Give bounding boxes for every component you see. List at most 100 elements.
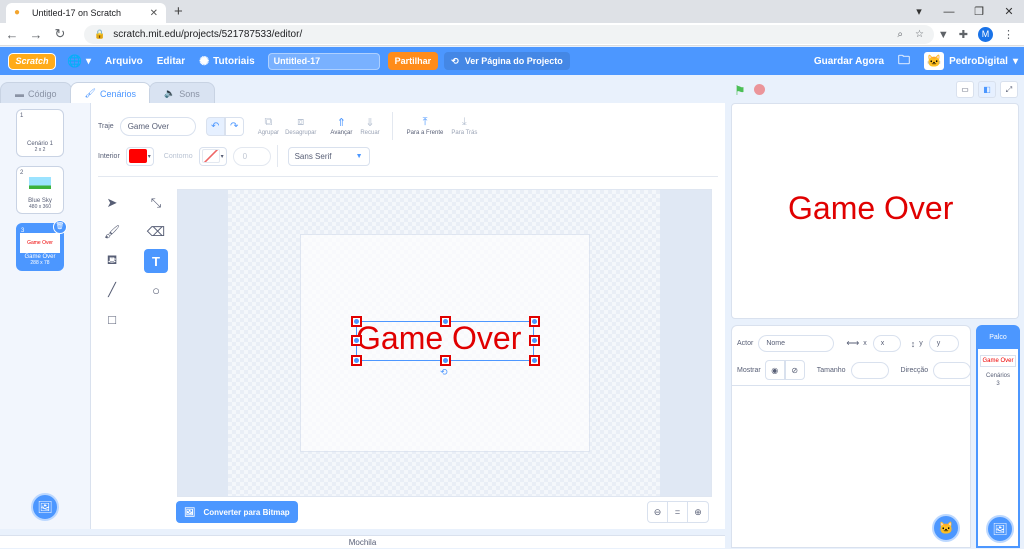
stage-selector-title: Palco bbox=[978, 327, 1018, 349]
fill-color-picker[interactable]: ▾ bbox=[125, 146, 154, 166]
choose-backdrop-stage-button[interactable]: 🖼 bbox=[986, 515, 1014, 543]
zoom-out-icon[interactable]: ⊖ bbox=[648, 502, 668, 522]
sprite-name-input[interactable]: Nome bbox=[758, 335, 835, 352]
tab-code[interactable]: ▬ Código bbox=[0, 82, 72, 104]
rotate-handle-icon[interactable]: ⟲ bbox=[440, 367, 448, 378]
resize-handle[interactable] bbox=[351, 355, 362, 366]
redo-icon[interactable]: ↷ bbox=[224, 116, 244, 136]
green-flag-icon[interactable]: ⚑ bbox=[734, 83, 746, 99]
paint-canvas[interactable]: Game Over ⟲ bbox=[177, 189, 712, 497]
back-button[interactable]: ⤓ Para Trás bbox=[451, 116, 477, 136]
costume-name-input[interactable]: Game Over bbox=[119, 116, 196, 136]
stop-icon[interactable] bbox=[754, 84, 765, 95]
resize-handle[interactable] bbox=[351, 316, 362, 327]
eye-hidden-icon[interactable]: ⊘ bbox=[784, 360, 805, 380]
scratch-menu-bar: Scratch 🌐 ▾ Arquivo Editar ✺ Tutoriais U… bbox=[0, 47, 1024, 75]
edit-menu[interactable]: Editar bbox=[150, 47, 192, 75]
profile-avatar[interactable]: M bbox=[978, 27, 993, 42]
costume-item[interactable]: 1 Cenário 1 2 x 2 bbox=[16, 109, 64, 157]
resize-handle[interactable] bbox=[440, 316, 451, 327]
select-tool[interactable]: ➤ bbox=[100, 191, 124, 215]
backward-button[interactable]: ⇓ Recuar bbox=[360, 116, 379, 136]
convert-to-bitmap-button[interactable]: 🖼 Converter para Bitmap bbox=[176, 501, 298, 523]
resize-handle[interactable] bbox=[529, 355, 540, 366]
front-button[interactable]: ⤒ Para a Frente bbox=[407, 116, 444, 136]
bookmark-star-icon[interactable]: ☆ bbox=[915, 29, 924, 40]
language-menu[interactable]: 🌐 ▾ bbox=[60, 47, 98, 75]
tab-sounds[interactable]: 🔈 Sons bbox=[149, 82, 215, 104]
brush-tool[interactable]: 🖌 bbox=[100, 220, 124, 244]
resize-handle[interactable] bbox=[440, 355, 451, 366]
stage-selector[interactable]: Palco Game Over Cenários 3 🖼 bbox=[976, 325, 1020, 548]
eye-icon[interactable]: ◉ bbox=[764, 360, 785, 380]
tutorials-menu[interactable]: ✺ Tutoriais bbox=[192, 47, 262, 75]
url-text: scratch.mit.edu/projects/521787533/edito… bbox=[113, 29, 303, 40]
close-tab-icon[interactable]: ✕ bbox=[150, 8, 158, 19]
forward-icon[interactable]: → bbox=[24, 27, 48, 42]
browser-tab[interactable]: ● Untitled-17 on Scratch ✕ bbox=[6, 3, 166, 23]
reload-icon[interactable]: ↻ bbox=[48, 26, 72, 42]
costume-item-selected[interactable]: 3 Game Over 🗑 Game Over 288 x 78 bbox=[16, 220, 67, 271]
tab-costumes[interactable]: 🖌 Cenários bbox=[69, 82, 151, 104]
file-menu[interactable]: Arquivo bbox=[98, 47, 150, 75]
group-button[interactable]: ⧉ Agrupar bbox=[258, 116, 279, 136]
choose-sprite-button[interactable]: 🐱 bbox=[932, 514, 960, 542]
forward-button[interactable]: ⇑ Avançar bbox=[330, 116, 352, 136]
normal-stage-icon[interactable]: ◧ bbox=[978, 81, 996, 98]
tab-search-icon[interactable]: ▾ bbox=[904, 5, 934, 18]
resize-handle[interactable] bbox=[529, 335, 540, 346]
account-menu[interactable]: 🐱 PedroDigital ▾ bbox=[924, 52, 1018, 70]
my-stuff-folder-icon[interactable]: 🗀 bbox=[898, 51, 910, 72]
circle-icon: ○ bbox=[152, 282, 160, 298]
project-title-input[interactable]: Untitled-17 bbox=[267, 52, 380, 70]
undo-icon[interactable]: ↶ bbox=[205, 116, 225, 136]
eraser-tool[interactable]: ⌫ bbox=[144, 220, 168, 244]
zoom-controls: ⊖ = ⊕ bbox=[647, 501, 709, 523]
ungroup-button[interactable]: ⧈ Desagrupar bbox=[285, 116, 316, 136]
maximize-icon[interactable]: ❐ bbox=[964, 5, 994, 18]
line-tool[interactable]: ╱ bbox=[100, 278, 124, 302]
back-icon[interactable]: ← bbox=[0, 27, 24, 42]
add-backdrop-icon: 🖼 bbox=[992, 522, 1008, 536]
font-select[interactable]: Sans Serif ▼ bbox=[287, 146, 370, 166]
save-now-button[interactable]: Guardar Agora bbox=[814, 56, 884, 67]
costume-item[interactable]: 2 Blue Sky 480 x 360 bbox=[16, 166, 64, 214]
costume-label: Traje bbox=[98, 122, 114, 130]
text-tool[interactable]: T bbox=[144, 249, 168, 273]
extension-icon[interactable]: ▼ bbox=[938, 29, 949, 41]
y-input[interactable]: y bbox=[928, 335, 959, 352]
resize-handle[interactable] bbox=[529, 316, 540, 327]
size-input[interactable] bbox=[850, 361, 889, 379]
front-label: Para a Frente bbox=[406, 130, 444, 136]
fullscreen-icon[interactable]: ⤢ bbox=[1000, 81, 1018, 98]
url-field[interactable]: 🔒 scratch.mit.edu/projects/521787533/edi… bbox=[84, 25, 934, 44]
resize-handle[interactable] bbox=[351, 335, 362, 346]
new-tab-icon[interactable]: + bbox=[174, 3, 183, 20]
sprite-info-pane: Actor Nome ⟷ x x ↕ y y Mostrar ◉ ⊘ Taman… bbox=[731, 325, 972, 548]
circle-tool[interactable]: ○ bbox=[144, 278, 168, 302]
fill-color-swatch bbox=[128, 149, 147, 163]
see-project-page-button[interactable]: ⟲ Ver Página do Projecto bbox=[444, 52, 570, 70]
zoom-reset-button[interactable]: = bbox=[668, 502, 688, 522]
outline-width-input[interactable]: 0 bbox=[232, 146, 271, 166]
minimize-icon[interactable]: — bbox=[934, 6, 964, 18]
outline-color-picker[interactable]: ▾ bbox=[198, 146, 227, 166]
choose-backdrop-button[interactable]: 🖼 bbox=[31, 493, 59, 521]
puzzle-icon[interactable]: ✚ bbox=[959, 28, 968, 41]
zoom-in-icon[interactable]: ⊕ bbox=[688, 502, 708, 522]
close-window-icon[interactable]: ✕ bbox=[994, 5, 1024, 18]
share-button[interactable]: Partilhar bbox=[387, 52, 439, 70]
costume-number: 2 bbox=[20, 170, 24, 176]
delete-costume-trash-icon[interactable]: 🗑 bbox=[53, 220, 67, 234]
zoom-icon[interactable]: ⌕ bbox=[897, 29, 903, 40]
reshape-tool[interactable]: ⤡ bbox=[144, 191, 168, 215]
backpack-bar[interactable]: Mochila bbox=[0, 535, 725, 548]
x-input[interactable]: x bbox=[872, 335, 901, 352]
fill-tool[interactable]: ⛾ bbox=[100, 249, 124, 273]
rectangle-tool[interactable]: □ bbox=[100, 307, 124, 331]
direction-input[interactable] bbox=[933, 361, 972, 379]
browser-menu-icon[interactable]: ⋮ bbox=[1003, 28, 1014, 41]
stage-view[interactable]: Game Over bbox=[731, 103, 1019, 319]
scratch-logo[interactable]: Scratch bbox=[8, 52, 56, 70]
small-stage-icon[interactable]: ▭ bbox=[956, 81, 974, 98]
